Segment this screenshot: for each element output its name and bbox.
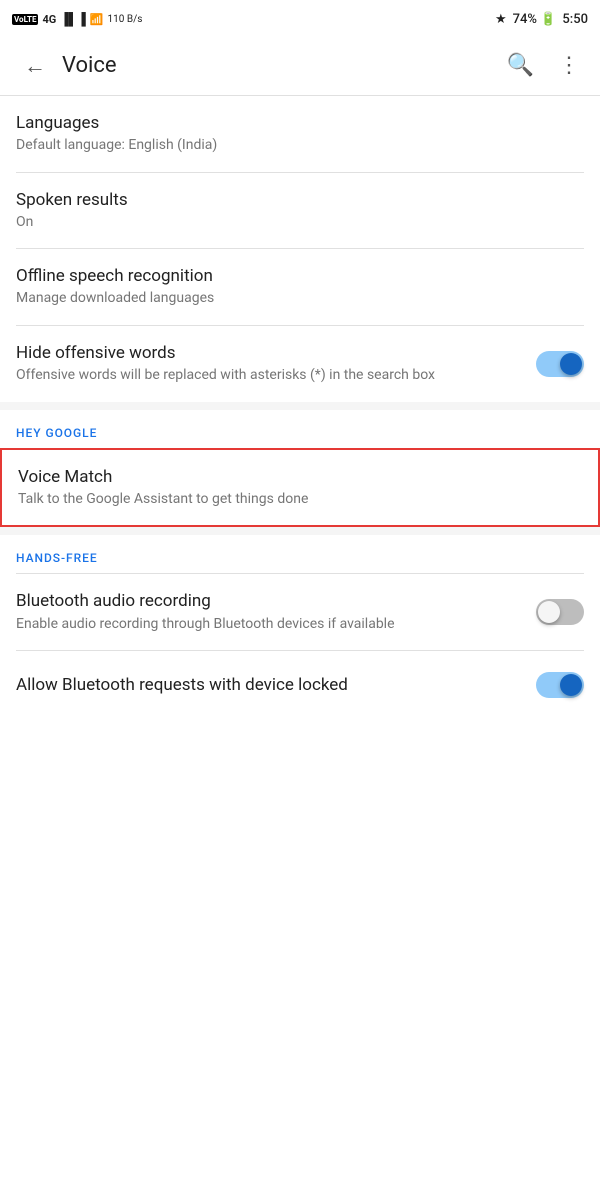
- status-bar: VoLTE 4G ▐▌▐ 📶 110 B/s ★ 74% 🔋 5:50: [0, 0, 600, 36]
- hey-google-section-header: HEY GOOGLE: [0, 410, 600, 448]
- hide-offensive-item[interactable]: Hide offensive words Offensive words wil…: [0, 326, 600, 402]
- bluetooth-locked-content: Allow Bluetooth requests with device loc…: [16, 674, 520, 696]
- section-divider-hey-google: [0, 402, 600, 410]
- search-icon[interactable]: 🔍: [503, 49, 538, 82]
- spoken-results-content: Spoken results On: [16, 189, 584, 233]
- hide-offensive-title: Hide offensive words: [16, 342, 520, 364]
- bluetooth-locked-title: Allow Bluetooth requests with device loc…: [16, 674, 520, 696]
- bluetooth-icon: ★: [495, 12, 507, 27]
- offline-speech-title: Offline speech recognition: [16, 265, 584, 287]
- voice-match-title: Voice Match: [18, 466, 582, 488]
- voice-match-subtitle: Talk to the Google Assistant to get thin…: [18, 490, 582, 510]
- offline-speech-content: Offline speech recognition Manage downlo…: [16, 265, 584, 309]
- bluetooth-recording-title: Bluetooth audio recording: [16, 590, 520, 612]
- toolbar-actions: 🔍 ⋮: [503, 49, 584, 82]
- offline-speech-subtitle: Manage downloaded languages: [16, 289, 584, 309]
- more-options-icon[interactable]: ⋮: [554, 49, 584, 82]
- bluetooth-locked-switch[interactable]: [536, 672, 584, 698]
- bluetooth-locked-item[interactable]: Allow Bluetooth requests with device loc…: [0, 651, 600, 719]
- languages-content: Languages Default language: English (Ind…: [16, 112, 584, 156]
- page-title: Voice: [62, 53, 503, 78]
- bluetooth-recording-knob: [538, 601, 560, 623]
- voice-match-item[interactable]: Voice Match Talk to the Google Assistant…: [0, 448, 600, 528]
- bluetooth-recording-switch[interactable]: [536, 599, 584, 625]
- spoken-results-subtitle: On: [16, 213, 584, 233]
- section-divider-hands-free: [0, 527, 600, 535]
- wifi-icon: 📶: [90, 13, 104, 26]
- hide-offensive-switch[interactable]: [536, 351, 584, 377]
- languages-title: Languages: [16, 112, 584, 134]
- hide-offensive-content: Hide offensive words Offensive words wil…: [16, 342, 520, 386]
- hide-offensive-toggle[interactable]: [536, 351, 584, 377]
- spoken-results-title: Spoken results: [16, 189, 584, 211]
- status-bar-left: VoLTE 4G ▐▌▐ 📶 110 B/s: [12, 12, 142, 26]
- bluetooth-locked-knob: [560, 674, 582, 696]
- languages-subtitle: Default language: English (India): [16, 136, 584, 156]
- bluetooth-locked-toggle[interactable]: [536, 672, 584, 698]
- offline-speech-item[interactable]: Offline speech recognition Manage downlo…: [0, 249, 600, 325]
- hands-free-section-header: HANDS-FREE: [0, 535, 600, 573]
- languages-item[interactable]: Languages Default language: English (Ind…: [0, 96, 600, 172]
- network-speed: 110 B/s: [108, 14, 143, 25]
- hide-offensive-knob: [560, 353, 582, 375]
- battery-indicator: 74% 🔋: [513, 12, 557, 27]
- signal-bars-icon: ▐▌▐: [60, 12, 86, 26]
- volte-indicator: VoLTE: [12, 14, 38, 25]
- network-indicator: 4G: [42, 13, 56, 26]
- status-bar-right: ★ 74% 🔋 5:50: [495, 12, 588, 27]
- bluetooth-recording-item[interactable]: Bluetooth audio recording Enable audio r…: [0, 574, 600, 650]
- toolbar: ← Voice 🔍 ⋮: [0, 36, 600, 96]
- bluetooth-recording-subtitle: Enable audio recording through Bluetooth…: [16, 615, 520, 635]
- voice-match-content: Voice Match Talk to the Google Assistant…: [18, 466, 582, 510]
- clock: 5:50: [562, 12, 588, 27]
- hide-offensive-subtitle: Offensive words will be replaced with as…: [16, 366, 520, 386]
- bluetooth-recording-toggle[interactable]: [536, 599, 584, 625]
- bluetooth-recording-content: Bluetooth audio recording Enable audio r…: [16, 590, 520, 634]
- spoken-results-item[interactable]: Spoken results On: [0, 173, 600, 249]
- back-button[interactable]: ←: [16, 45, 54, 87]
